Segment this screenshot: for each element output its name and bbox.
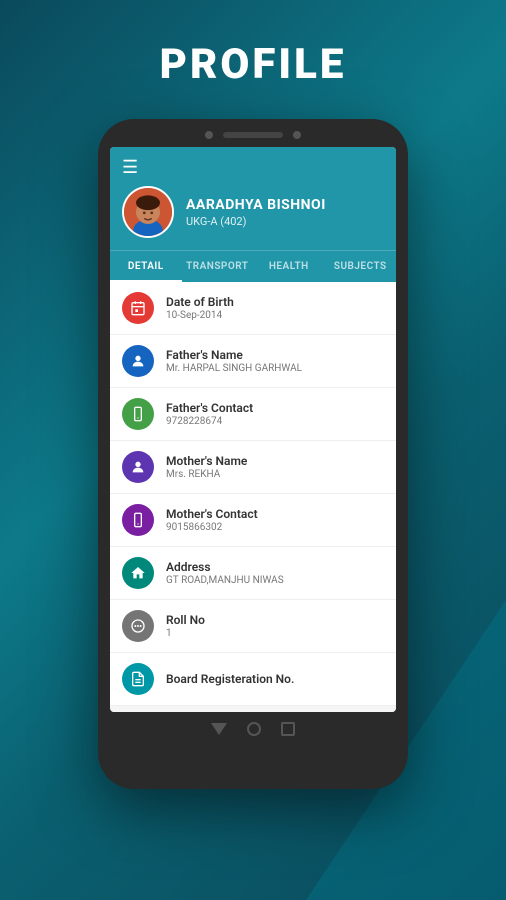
dob-text: Date of Birth 10-Sep-2014 xyxy=(166,295,234,321)
roll-no-icon xyxy=(122,610,154,642)
list-item: Mother's Contact 9015866302 xyxy=(110,494,396,547)
dob-label: Date of Birth xyxy=(166,295,234,309)
page-title: PROFILE xyxy=(160,40,347,89)
list-item: Father's Contact 9728228674 xyxy=(110,388,396,441)
phone-speaker xyxy=(223,132,283,138)
address-label: Address xyxy=(166,560,284,574)
phone-camera-right xyxy=(293,131,301,139)
profile-text: AARADHYA BISHNOI UKG-A (402) xyxy=(186,197,326,228)
mother-name-text: Mother's Name Mrs. REKHA xyxy=(166,454,247,480)
dob-icon xyxy=(122,292,154,324)
board-reg-icon xyxy=(122,663,154,695)
father-name-label: Father's Name xyxy=(166,348,302,362)
mother-contact-value: 9015866302 xyxy=(166,522,258,533)
father-name-icon xyxy=(122,345,154,377)
father-name-value: Mr. HARPAL SINGH GARHWAL xyxy=(166,363,302,374)
profile-info: AARADHYA BISHNOI UKG-A (402) xyxy=(122,186,384,250)
mother-contact-label: Mother's Contact xyxy=(166,507,258,521)
mother-name-icon xyxy=(122,451,154,483)
mother-contact-icon xyxy=(122,504,154,536)
back-button[interactable] xyxy=(211,723,227,735)
list-item: Board Registeration No. xyxy=(110,653,396,706)
mother-contact-text: Mother's Contact 9015866302 xyxy=(166,507,258,533)
father-name-text: Father's Name Mr. HARPAL SINGH GARHWAL xyxy=(166,348,302,374)
tab-subjects[interactable]: SUBJECTS xyxy=(325,251,397,282)
roll-no-label: Roll No xyxy=(166,613,205,627)
student-class: UKG-A (402) xyxy=(186,215,326,228)
board-reg-label: Board Registeration No. xyxy=(166,672,294,686)
board-reg-text: Board Registeration No. xyxy=(166,672,294,687)
tab-health[interactable]: HEALTH xyxy=(253,251,325,282)
dob-value: 10-Sep-2014 xyxy=(166,310,234,321)
phone-bottom-nav xyxy=(110,712,396,742)
father-contact-value: 9728228674 xyxy=(166,416,253,427)
avatar-svg xyxy=(124,186,172,238)
father-contact-text: Father's Contact 9728228674 xyxy=(166,401,253,427)
student-name: AARADHYA BISHNOI xyxy=(186,197,326,213)
tab-transport[interactable]: TRANSPORT xyxy=(182,251,254,282)
home-button[interactable] xyxy=(247,722,261,736)
phone-camera xyxy=(205,131,213,139)
roll-no-value: 1 xyxy=(166,628,205,639)
tab-bar: DETAIL TRANSPORT HEALTH SUBJECTS xyxy=(110,250,396,282)
list-item: Date of Birth 10-Sep-2014 xyxy=(110,282,396,335)
list-item: Roll No 1 xyxy=(110,600,396,653)
avatar xyxy=(122,186,174,238)
list-item: Address GT ROAD,MANJHU NIWAS xyxy=(110,547,396,600)
list-item: Father's Name Mr. HARPAL SINGH GARHWAL xyxy=(110,335,396,388)
father-contact-icon xyxy=(122,398,154,430)
phone-frame: ☰ xyxy=(98,119,408,789)
mother-name-value: Mrs. REKHA xyxy=(166,469,247,480)
list-item: Mother's Name Mrs. REKHA xyxy=(110,441,396,494)
app-header: ☰ xyxy=(110,147,396,250)
phone-top-bar xyxy=(110,131,396,139)
roll-no-text: Roll No 1 xyxy=(166,613,205,639)
content-area: Date of Birth 10-Sep-2014 Father's Name … xyxy=(110,282,396,712)
tab-detail[interactable]: DETAIL xyxy=(110,251,182,282)
mother-name-label: Mother's Name xyxy=(166,454,247,468)
address-text: Address GT ROAD,MANJHU NIWAS xyxy=(166,560,284,586)
phone-screen: ☰ xyxy=(110,147,396,712)
recents-button[interactable] xyxy=(281,722,295,736)
hamburger-icon[interactable]: ☰ xyxy=(122,157,384,178)
father-contact-label: Father's Contact xyxy=(166,401,253,415)
address-value: GT ROAD,MANJHU NIWAS xyxy=(166,575,284,586)
address-icon xyxy=(122,557,154,589)
